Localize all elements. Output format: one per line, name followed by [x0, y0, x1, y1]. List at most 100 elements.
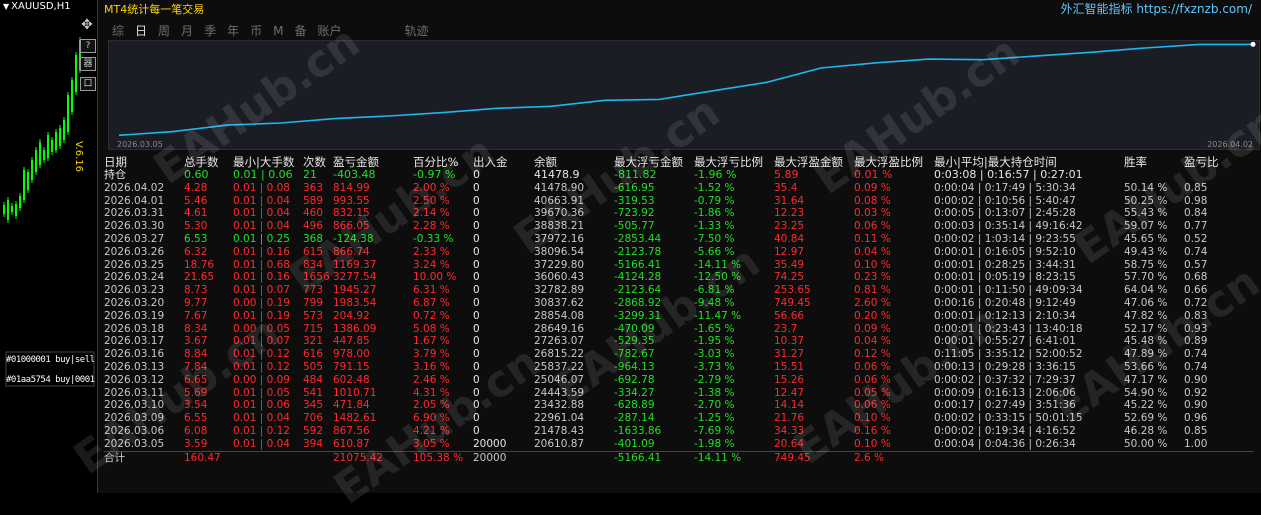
table-cell: 0.23 % [854, 271, 891, 284]
table-row: 2026.03.05 3.59 0.01 | 0.04 394 610.87 3.05 %… [104, 438, 1254, 451]
tab-4[interactable]: 季 [204, 22, 216, 39]
stats-table: 日期 总手数 最小|大手数 次数 盈亏金额 百分比% 出入金 余额 最大浮亏金额 最大浮亏比例 最大… [104, 155, 1254, 465]
table-cell: 15.51 [774, 360, 805, 373]
table-cell: -401.09 [614, 437, 655, 450]
table-row: 2026.03.20 9.77 0.00 | 0.19 799 1983.54 6.87 … [104, 297, 1254, 310]
table-row: 2026.03.19 7.67 0.01 | 0.19 573 204.92 0.72 %… [104, 310, 1254, 323]
table-cell: 0 [473, 386, 480, 399]
tab-8[interactable]: 备 [294, 22, 306, 39]
table-cell: 4.21 % [413, 424, 450, 437]
table-cell: 39670.36 [534, 207, 585, 220]
table-cell: -403.48 [333, 169, 376, 181]
tab-2[interactable]: 周 [158, 22, 170, 39]
window-icon-label: 口 [83, 79, 93, 89]
table-cell: -723.92 [614, 207, 655, 220]
table-cell: 3.67 [184, 335, 208, 348]
table-cell: 832.15 [333, 207, 370, 220]
column-header: 次数 [303, 155, 326, 169]
table-cell: 0 [473, 373, 480, 386]
tab-10[interactable]: 轨迹 [405, 22, 429, 39]
table-cell: 23.7 [774, 322, 798, 335]
table-cell: 2026.03.06 [104, 424, 165, 437]
tab-3[interactable]: 月 [181, 22, 193, 39]
table-cell: -5166.41 [614, 258, 662, 271]
table-cell: 0 [473, 207, 480, 220]
tab-1[interactable]: 日 [135, 22, 147, 39]
help-icon[interactable]: ? [80, 39, 96, 53]
table-header-row: 日期 总手数 最小|大手数 次数 盈亏金额 百分比% 出入金 余额 最大浮亏金额 最大浮亏比例 最大… [104, 155, 1254, 169]
table-cell: 0.01 | 0.08 [233, 181, 290, 194]
table-cell: 0 [473, 194, 480, 207]
table-cell: 0.09 % [854, 322, 891, 335]
table-cell: 2026.03.09 [104, 412, 165, 425]
tab-bar: 综日周月季年币 M 备账户 轨迹 [112, 22, 440, 38]
table-cell: 0 [473, 309, 480, 322]
column-header: 盈亏比 [1184, 155, 1219, 169]
table-cell: 5.69 [184, 386, 208, 399]
table-cell: 0:00:09 | 0:16:13 | 2:06:06 [934, 386, 1076, 399]
table-cell: 160.47 [184, 450, 233, 465]
tab-6[interactable]: 币 [250, 22, 262, 39]
settings-icon-label: 器 [83, 59, 93, 69]
table-cell: -14.11 % [694, 450, 774, 465]
table-cell [1124, 450, 1184, 465]
tab-0[interactable]: 综 [112, 22, 124, 39]
table-cell: 27263.07 [534, 335, 585, 348]
table-cell: 0:00:02 | 0:19:34 | 4:16:52 [934, 424, 1076, 437]
table-cell: 20610.87 [534, 437, 585, 450]
table-cell: 0:11:05 | 3:35:12 | 52:00:52 [934, 348, 1083, 361]
table-row: 2026.03.30 5.30 0.01 | 0.04 496 866.05 2.28 %… [104, 220, 1254, 233]
brand-link[interactable]: 外汇智能指标 https://fxznzb.com/ [1061, 0, 1252, 17]
tab-5[interactable]: 年 [227, 22, 239, 39]
table-cell: 2026.04.01 [104, 194, 165, 207]
table-cell: 0:00:13 | 0:29:28 | 3:36:15 [934, 360, 1076, 373]
title-bar: MT4统计每一笔交易 外汇智能指标 https://fxznzb.com/ [98, 0, 1261, 16]
symbol-title: ▼ XAUUSD,H1 [3, 1, 71, 12]
tab-9[interactable]: 账户 [317, 22, 341, 39]
table-cell: 36060.43 [534, 271, 585, 284]
table-cell: -319.53 [614, 194, 655, 207]
table-cell: 0.09 % [854, 181, 891, 194]
mt4-chart-window[interactable]: ▼ XAUUSD,H1 ✥ ? 器 口 V.6.16 #01000001 buy|… [0, 0, 97, 493]
table-cell: 0.01 | 0.05 [233, 386, 290, 399]
table-cell: -11.47 % [694, 309, 742, 322]
table-cell: 0:00:01 | 0:23:43 | 13:40:18 [934, 322, 1083, 335]
move-handle-icon[interactable]: ✥ [80, 18, 94, 32]
table-cell: 0.16 % [854, 424, 891, 437]
table-cell: 34.33 [774, 424, 805, 437]
table-cell: 715 [303, 322, 324, 335]
table-cell: 471.84 [333, 399, 370, 412]
table-row: 2026.03.23 8.73 0.01 | 0.07 773 1945.27 6.31 … [104, 284, 1254, 297]
table-cell: 1386.09 [333, 322, 377, 335]
table-cell [1184, 169, 1254, 182]
table-cell: 0.06 % [854, 373, 891, 386]
table-cell: 0.72 % [413, 309, 450, 322]
window-icon[interactable]: 口 [80, 77, 96, 91]
table-cell: 45.65 % [1124, 232, 1168, 245]
table-cell: 6.90 % [413, 412, 450, 425]
table-cell: 773 [303, 284, 324, 297]
table-cell: 56.66 [774, 309, 805, 322]
table-cell: 20000 [473, 437, 507, 450]
table-cell: 0.01 | 0.04 [233, 220, 290, 233]
table-cell: 3.05 % [413, 437, 450, 450]
table-cell: 0.10 % [854, 258, 891, 271]
table-cell: -334.27 [614, 386, 655, 399]
table-cell: 0.85 [1184, 181, 1208, 194]
tab-7[interactable]: M [273, 24, 283, 38]
table-cell: 0.01 | 0.06 [233, 169, 293, 181]
table-cell: 5.89 [774, 169, 799, 181]
table-cell: 0.20 % [854, 309, 891, 322]
table-cell: 0.01 | 0.04 [233, 207, 290, 220]
table-cell: 35.4 [774, 181, 798, 194]
table-cell: 0.08 % [854, 194, 891, 207]
table-cell: 10.00 % [413, 271, 457, 284]
table-cell: 602.48 [333, 373, 370, 386]
table-row: 2026.03.10 3.54 0.01 | 0.06 345 471.84 2.05 %… [104, 399, 1254, 412]
table-cell: 3.79 % [413, 348, 450, 361]
candle-body [15, 204, 17, 216]
table-cell: -692.78 [614, 373, 655, 386]
table-cell: -2.70 % [694, 399, 735, 412]
table-cell: 3277.54 [333, 271, 377, 284]
settings-icon[interactable]: 器 [80, 57, 96, 71]
